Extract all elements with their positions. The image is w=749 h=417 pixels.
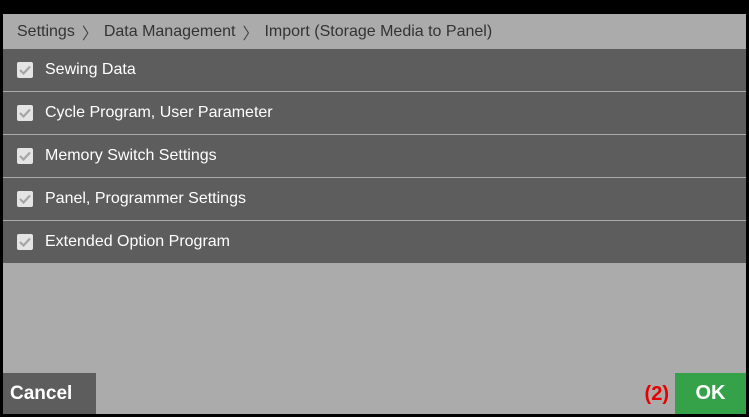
checkbox-checked-icon[interactable] [17, 234, 33, 250]
checkbox-checked-icon[interactable] [17, 148, 33, 164]
checkbox-checked-icon[interactable] [17, 105, 33, 121]
breadcrumb-separator: 〉 [81, 25, 98, 43]
option-row-extended-option[interactable]: Extended Option Program [3, 221, 746, 263]
option-label: Sewing Data [45, 61, 136, 78]
option-row-cycle-program[interactable]: Cycle Program, User Parameter [3, 92, 746, 134]
breadcrumb-item-data-management[interactable]: Data Management [104, 23, 236, 41]
import-options-list: Sewing Data Cycle Program, User Paramete… [3, 49, 746, 264]
option-label: Cycle Program, User Parameter [45, 104, 273, 121]
ok-button[interactable]: OK [675, 373, 746, 414]
option-label: Memory Switch Settings [45, 147, 217, 164]
option-row-memory-switch[interactable]: Memory Switch Settings [3, 135, 746, 177]
dialog-frame: Settings 〉 Data Management 〉 Import (Sto… [0, 0, 749, 417]
option-label: Extended Option Program [45, 233, 230, 250]
cancel-button[interactable]: Cancel [3, 373, 96, 414]
breadcrumb-item-settings[interactable]: Settings [17, 23, 75, 41]
breadcrumb-separator: 〉 [242, 25, 259, 43]
option-row-panel-programmer[interactable]: Panel, Programmer Settings [3, 178, 746, 220]
breadcrumb: Settings 〉 Data Management 〉 Import (Sto… [3, 14, 746, 49]
checkbox-checked-icon[interactable] [17, 62, 33, 78]
step-annotation: (2) [644, 383, 669, 405]
option-label: Panel, Programmer Settings [45, 190, 246, 207]
checkbox-checked-icon[interactable] [17, 191, 33, 207]
option-row-sewing-data[interactable]: Sewing Data [3, 49, 746, 91]
breadcrumb-item-import: Import (Storage Media to Panel) [264, 22, 493, 40]
